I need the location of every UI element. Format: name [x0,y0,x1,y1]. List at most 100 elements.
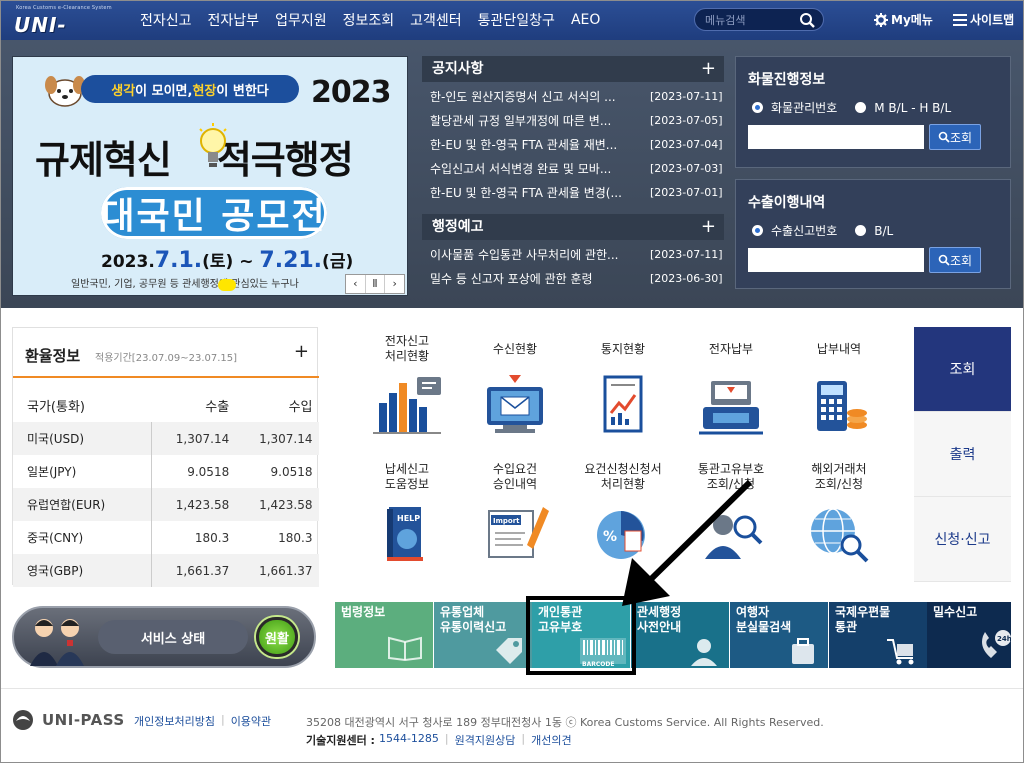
unipass-logo[interactable]: Korea Customs e-Clearance System UNI-PAS… [12,5,118,61]
import-rate-cell: 1,423.58 [259,497,313,512]
admin-notice-item[interactable]: 이사물품 수입통관 사무처리에 관한... [2023-07-11] [422,242,724,266]
notice-item[interactable]: 수입신고서 서식변경 완료 및 모바... [2023-07-03] [422,156,724,180]
table-row: 미국(USD) 1,307.14 1,307.14 [13,422,319,455]
terms-link[interactable]: 이용약관 [231,713,271,729]
service-e-declaration-status[interactable]: 전자신고 처리현황 [357,333,457,437]
slogan-thought: 생각 [111,83,136,99]
admin-notice-more-icon[interactable]: + [701,214,716,240]
banner-contest-title: 대국민 공모전 [101,187,327,239]
nav-item-info-lookup[interactable]: 정보조회 [343,10,395,30]
my-menu-button[interactable]: My메뉴 [874,11,933,28]
slogan-field: 현장 [192,83,217,99]
page-footer: UNI-PASS 개인정보처리방침 | 이용약관 35208 대전광역시 서구 청사… [0,688,1024,763]
cargo-radio-mgmt-no[interactable]: 화물관리번호 [752,99,837,116]
tile-international-mail[interactable]: 국제우편물 통관 [829,602,927,668]
cargo-search-button[interactable]: 조회 [929,124,981,150]
my-menu-label: My메뉴 [891,13,933,27]
date-separator: ~ [233,252,260,272]
help-book-icon: HELP [387,507,423,561]
notice-header: 공지사항 + [422,56,724,82]
service-label-line1: 수신현황 [492,341,538,356]
tile-label-line2: 통관 [835,620,858,634]
date-prefix: 2023. [101,252,155,272]
nav-item-single-window[interactable]: 통관단일창구 [478,10,555,30]
tile-label: 밀수신고 [933,605,978,619]
notice-more-icon[interactable]: + [701,56,716,82]
service-label-line1: 수입요건 [492,462,538,476]
admin-notice-item-title: 밀수 등 신고자 포상에 관한 훈령 [430,271,593,286]
currency-cell: 일본(JPY) [13,455,152,488]
service-payment-history[interactable]: 납부내역 [789,333,889,437]
export-search-button[interactable]: 조회 [929,247,981,273]
calculator-coins-icon [817,381,867,431]
nav-item-e-payment[interactable]: 전자납부 [208,10,260,30]
service-import-requirement[interactable]: 수입요건 승인내역 Import [465,461,565,565]
tile-label-line2: 유통이력신고 [440,620,507,634]
banner-sub-text: 일반국민, 기업, 공무원 등 관세행정에 관심있는 누구나 [71,279,299,290]
book-icon [388,636,422,662]
notice-list: 한-인도 원산지증명서 신고 서식의 ... [2023-07-11] 할당관세 … [422,82,724,204]
notice-item[interactable]: 한-EU 및 한-영국 FTA 관세율 재변... [2023-07-04] [422,132,724,156]
notice-item[interactable]: 한-EU 및 한-영국 FTA 관세율 변경(... [2023-07-01] [422,180,724,204]
service-foreign-partner[interactable]: 해외거래처 조회/신청 [789,461,889,565]
tab-apply-declare[interactable]: 신청·신고 [914,497,1011,582]
privacy-policy-link[interactable]: 개인정보처리방침 [134,713,215,729]
nav-item-work-support[interactable]: 업무지원 [275,10,327,30]
admin-notice-item[interactable]: 밀수 등 신고자 포상에 관한 훈령 [2023-06-30] [422,266,724,290]
banner-year: 2023 [311,75,391,110]
export-radio-bl[interactable]: B/L [855,224,893,238]
luggage-icon [792,638,814,664]
service-label-line1: 통지현황 [600,341,646,356]
currency-cell: 미국(USD) [13,422,152,455]
headline-proactive: 적극행정 [216,138,354,182]
promo-banner[interactable]: 생각 이 모이면, 현장 이 변한다 2023 규제혁신 적극행정 대국민 공모전 2… [12,56,408,296]
exchange-header: 환율정보 적용기간[23.07.09~23.07.15] + [13,328,319,378]
remote-support-link[interactable]: 원격지원상담 [455,732,516,748]
main-nav: 전자신고 전자납부 업무지원 정보조회 고객센터 통관단일창구 AEO [140,0,600,40]
cargo-radio-bl[interactable]: M B/L - H B/L [855,101,951,115]
nav-item-customer-center[interactable]: 고객센터 [410,10,462,30]
tile-law-info[interactable]: 법령정보 [335,602,433,668]
sitemap-label: 사이트맵 [970,13,1015,27]
report-document-icon [603,375,643,433]
cargo-number-input[interactable] [748,125,924,149]
support-phone[interactable]: 1544-1285 [379,732,439,748]
service-tax-return-help[interactable]: 납세신고 도움정보 HELP [357,461,457,565]
export-number-input[interactable] [748,248,924,272]
notice-item[interactable]: 할당관세 규정 일부개정에 따른 변... [2023-07-05] [422,108,724,132]
banner-next-button[interactable]: › [385,275,404,293]
lightbulb-icon [199,123,227,167]
tab-print[interactable]: 출력 [914,412,1011,497]
tile-smuggling-report[interactable]: 밀수신고 24h [927,602,1011,668]
service-receive-status[interactable]: 수신현황 [465,333,565,437]
export-radio-group: 수출신고번호 B/L [752,222,911,239]
tile-customs-guidance[interactable]: 관세행정 사전안내 [631,602,729,668]
headline-regulation: 규제혁신 [35,138,172,182]
svg-text:Import: Import [493,517,520,525]
export-rate-cell: 1,423.58 [175,497,230,512]
nav-item-e-declaration[interactable]: 전자신고 [140,10,192,30]
banner-pause-button[interactable]: Ⅱ [366,275,386,293]
service-label-line1: 납세신고 [384,462,430,476]
export-search-label: 조회 [949,253,973,268]
slogan-part: 이 모이면, [135,83,193,99]
sitemap-button[interactable]: 사이트맵 [953,11,1014,28]
nav-item-aeo[interactable]: AEO [571,12,600,28]
exchange-more-icon[interactable]: + [294,341,309,362]
bar-chart-icon [373,377,441,434]
service-notice-status[interactable]: 통지현황 [573,333,673,437]
notice-item[interactable]: 한-인도 원산지증명서 신고 서식의 ... [2023-07-11] [422,84,724,108]
import-stamp-icon: Import [488,507,549,558]
service-e-payment[interactable]: 전자납부 [681,333,781,437]
notice-item-title: 한-EU 및 한-영국 FTA 관세율 변경(... [430,185,622,200]
export-radio-decl-no[interactable]: 수출신고번호 [752,222,837,239]
tab-lookup[interactable]: 조회 [914,327,1011,412]
menu-search-input[interactable] [705,12,797,28]
import-rate-cell: 1,307.14 [259,431,313,446]
search-icon[interactable] [799,12,817,28]
banner-prev-button[interactable]: ‹ [346,275,366,293]
tile-lost-property[interactable]: 여행자 분실물검색 [730,602,828,668]
pointer-arrow-icon [622,479,753,606]
feedback-link[interactable]: 개선의견 [531,732,571,748]
tile-distribution-report[interactable]: 유통업체 유통이력신고 [434,602,532,668]
